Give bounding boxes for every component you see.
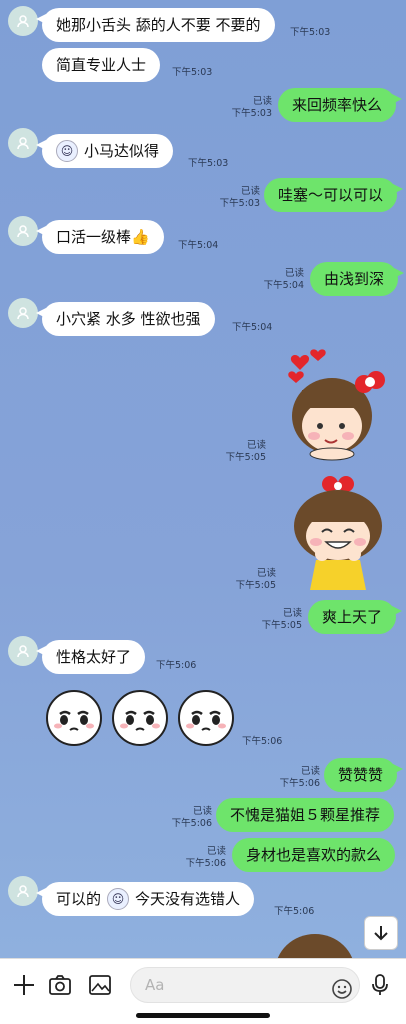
- message-time: 下午5:05: [261, 620, 302, 631]
- user-icon: [17, 137, 29, 150]
- user-icon: [17, 307, 29, 320]
- message-time: 下午5:03: [172, 67, 213, 78]
- message-text: 小穴紧 水多 性欲也强: [56, 310, 201, 328]
- message-text: 赞赞赞: [338, 766, 384, 784]
- message-bubble[interactable]: 可以的 ☺ 今天没有选错人: [35, 882, 255, 916]
- message-text: 性格太好了: [56, 648, 132, 666]
- partial-sticker: [277, 934, 353, 958]
- message-text: 来回频率快么: [292, 96, 383, 114]
- scroll-down-icon: [374, 926, 388, 941]
- image-icon: [89, 975, 111, 995]
- camera-button[interactable]: [46, 971, 74, 999]
- message-text: 身材也是喜欢的款么: [246, 846, 382, 864]
- message-bubble[interactable]: 身材也是喜欢的款么: [232, 838, 396, 872]
- message-time: 下午5:06: [279, 778, 320, 789]
- message-bubble[interactable]: 哇塞～可以可以: [264, 178, 404, 212]
- message-time: 下午5:05: [235, 580, 276, 591]
- cartoon-emoji-icon: ☺: [56, 140, 78, 162]
- message-bubble[interactable]: 不愧是猫姐５颗星推荐: [216, 798, 395, 832]
- user-icon: [17, 885, 29, 898]
- scroll-down-button[interactable]: [364, 916, 398, 950]
- message-input[interactable]: Aa: [130, 967, 360, 1003]
- message-time: 下午5:06: [171, 818, 212, 829]
- camera-icon: [49, 975, 71, 995]
- crying-faces-sticker[interactable]: [44, 688, 238, 748]
- input-toolbar: Aa: [0, 958, 406, 1024]
- girl-hearts-sticker[interactable]: [280, 344, 390, 464]
- girl-laughing-sticker[interactable]: [286, 476, 392, 592]
- image-button[interactable]: [86, 971, 114, 999]
- emoji-button[interactable]: [328, 975, 356, 1003]
- message-time: 下午5:04: [263, 280, 304, 291]
- message-bubble[interactable]: 她那小舌头 舔的人不要 不要的: [36, 8, 275, 42]
- message-time: 下午5:06: [156, 660, 197, 671]
- input-placeholder: Aa: [145, 976, 165, 994]
- smiley-icon: [332, 979, 352, 999]
- user-icon: [17, 225, 29, 238]
- message-text: 今天没有选错人: [135, 890, 241, 908]
- message-time: 下午5:04: [178, 240, 219, 251]
- message-time: 下午5:03: [188, 158, 229, 169]
- read-status: 已读: [246, 440, 266, 451]
- avatar[interactable]: [8, 128, 38, 158]
- home-indicator: [136, 1013, 270, 1018]
- message-text: 口活一级棒👍: [56, 228, 150, 246]
- message-time: 下午5:03: [219, 198, 260, 209]
- plus-icon: [14, 975, 34, 995]
- message-bubble[interactable]: 赞赞赞: [324, 758, 404, 792]
- message-time: 下午5:04: [232, 322, 273, 333]
- message-bubble[interactable]: 口活一级棒👍: [36, 220, 164, 254]
- message-text: 哇塞～可以可以: [278, 186, 384, 204]
- message-text: 可以的: [56, 890, 102, 908]
- message-bubble[interactable]: 由浅到深: [310, 262, 405, 296]
- user-icon: [17, 645, 29, 658]
- user-icon: [17, 15, 29, 28]
- read-status: 已读: [300, 766, 320, 777]
- message-time: 下午5:06: [185, 858, 226, 869]
- message-bubble[interactable]: 简直专业人士: [42, 48, 161, 82]
- microphone-button[interactable]: [366, 971, 394, 999]
- plus-button[interactable]: [10, 971, 38, 999]
- avatar[interactable]: [8, 298, 38, 328]
- microphone-icon: [372, 974, 388, 995]
- cartoon-emoji-icon: ☺: [107, 888, 130, 910]
- chat-area[interactable]: 她那小舌头 舔的人不要 不要的 下午5:03 简直专业人士 下午5:03 已读 …: [0, 0, 406, 958]
- message-bubble[interactable]: 来回频率快么: [278, 88, 403, 122]
- message-text: 由浅到深: [324, 270, 385, 288]
- read-status: 已读: [240, 186, 260, 197]
- message-text: 不愧是猫姐５颗星推荐: [230, 806, 381, 824]
- message-time: 下午5:05: [225, 452, 266, 463]
- read-status: 已读: [206, 846, 226, 857]
- avatar[interactable]: [8, 216, 38, 246]
- message-time: 下午5:03: [231, 108, 272, 119]
- read-status: 已读: [282, 608, 302, 619]
- message-time: 下午5:06: [242, 736, 283, 747]
- read-status: 已读: [192, 806, 212, 817]
- message-time: 下午5:03: [290, 27, 331, 38]
- message-bubble[interactable]: 爽上天了: [308, 600, 403, 634]
- message-bubble[interactable]: 小穴紧 水多 性欲也强: [36, 302, 215, 336]
- message-text: 小马达似得: [84, 142, 160, 160]
- avatar[interactable]: [8, 6, 38, 36]
- avatar[interactable]: [8, 636, 38, 666]
- message-text: 简直专业人士: [56, 56, 147, 74]
- message-text: 爽上天了: [322, 608, 383, 626]
- message-bubble[interactable]: ☺ 小马达似得: [35, 134, 174, 168]
- message-text: 她那小舌头 舔的人不要 不要的: [56, 16, 261, 34]
- message-bubble[interactable]: 性格太好了: [35, 640, 146, 674]
- read-status: 已读: [284, 268, 304, 279]
- read-status: 已读: [252, 96, 272, 107]
- read-status: 已读: [256, 568, 276, 579]
- message-time: 下午5:06: [274, 906, 315, 917]
- avatar[interactable]: [8, 876, 38, 906]
